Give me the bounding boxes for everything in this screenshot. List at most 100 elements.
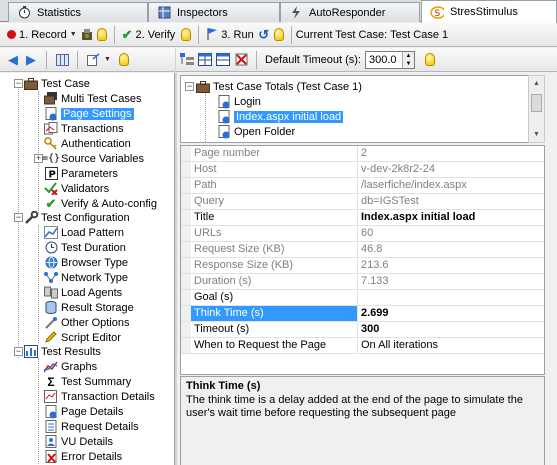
tree-connector xyxy=(205,90,206,142)
tree-item-result-storage[interactable]: Result Storage xyxy=(44,300,134,315)
tree-item-page-details[interactable]: Page Details xyxy=(44,404,123,419)
globe-icon xyxy=(44,256,58,270)
default-timeout-stepper[interactable]: ▲▼ xyxy=(364,50,415,69)
tree-item-network-type[interactable]: Network Type xyxy=(44,270,128,285)
grid-view-icon[interactable] xyxy=(198,53,212,67)
panel-splitter[interactable] xyxy=(175,48,177,465)
tree-item-load-pattern[interactable]: Load Pattern xyxy=(44,225,124,240)
tree-label: Test Summary xyxy=(61,375,132,388)
scroll-down-icon[interactable]: ▼ xyxy=(529,127,544,142)
summary-item-open-folder[interactable]: Open Folder xyxy=(217,124,295,139)
tab-autoresponder[interactable]: AutoResponder xyxy=(280,2,420,22)
collapse-toggle[interactable]: − xyxy=(14,347,23,356)
tree-item-authentication[interactable]: Authentication xyxy=(44,136,131,151)
property-row-when-to-request[interactable]: When to Request the Page On All iteratio… xyxy=(181,338,544,354)
tree-item-parameters[interactable]: P Parameters xyxy=(44,166,118,181)
tab-label: AutoResponder xyxy=(309,6,386,19)
property-row-urls[interactable]: URLs 60 xyxy=(181,226,544,242)
tree-item-load-agents[interactable]: Load Agents xyxy=(44,285,122,300)
tree-item-page-settings[interactable]: Page Settings xyxy=(44,106,134,121)
tree-item-graphs[interactable]: Graphs xyxy=(44,359,97,374)
delete-icon[interactable] xyxy=(234,53,248,67)
tree-item-transaction-details[interactable]: Transaction Details xyxy=(44,389,155,404)
chevron-down-icon[interactable]: ▼ xyxy=(104,56,111,63)
scroll-up-icon[interactable]: ▲ xyxy=(529,76,544,91)
property-row-goal[interactable]: Goal (s) xyxy=(181,290,544,306)
lightning-icon xyxy=(289,6,303,20)
collapse-toggle[interactable]: − xyxy=(14,213,23,222)
tree-item-vu-details[interactable]: VU Details xyxy=(44,434,113,449)
tree-item-test-results[interactable]: Test Results xyxy=(24,344,101,359)
property-value[interactable] xyxy=(358,290,544,305)
tree-item-test-case[interactable]: Test Case xyxy=(24,76,90,91)
tree-label: Transactions xyxy=(61,122,124,135)
hint-bulb-icon[interactable] xyxy=(96,28,107,41)
stepper-arrows[interactable]: ▲ ▼ xyxy=(401,51,414,68)
tree-item-error-details[interactable]: Error Details xyxy=(44,449,122,464)
tree-label: Load Pattern xyxy=(61,226,124,239)
toolbar-separator xyxy=(290,25,292,44)
transaction-details-icon xyxy=(44,390,58,404)
default-timeout-input[interactable] xyxy=(365,51,402,68)
forward-arrow-icon[interactable]: ▶ xyxy=(24,52,38,67)
record-button[interactable]: 1. Record ▼ xyxy=(4,25,80,45)
tab-inspectors[interactable]: Inspectors xyxy=(148,2,280,22)
tree-item-source-variables[interactable]: ={} Source Variables xyxy=(42,151,144,166)
verify-button[interactable]: ✔ 2. Verify xyxy=(119,25,179,45)
tree-item-request-details[interactable]: Request Details xyxy=(44,419,139,434)
tree-label: Source Variables xyxy=(61,152,144,165)
tree-item-validators[interactable]: Validators xyxy=(44,181,109,196)
arrow-up-icon[interactable]: ▲ xyxy=(403,52,414,60)
tree-item-test-duration[interactable]: Test Duration xyxy=(44,240,126,255)
summary-root[interactable]: Test Case Totals (Test Case 1) xyxy=(196,79,362,94)
tree-item-verify-autoconfig[interactable]: ✔ Verify & Auto-config xyxy=(44,196,157,211)
property-row-page-number[interactable]: Page number 2 xyxy=(181,146,544,162)
tree-item-test-summary[interactable]: Σ Test Summary xyxy=(44,374,131,389)
export-icon[interactable] xyxy=(86,53,100,67)
hint-bulb-icon[interactable] xyxy=(118,53,129,66)
page-icon xyxy=(217,109,231,124)
summary-item-index-initial-load[interactable]: Index.aspx initial load xyxy=(217,109,344,124)
property-value[interactable]: Index.aspx initial load xyxy=(358,210,544,225)
property-row-path[interactable]: Path /laserfiche/index.aspx xyxy=(181,178,544,194)
property-row-duration[interactable]: Duration (s) 7.133 xyxy=(181,274,544,290)
summary-scrollbar[interactable]: ▲ ▼ xyxy=(528,75,545,143)
property-row-think-time[interactable]: Think Time (s) 2.699 xyxy=(181,306,544,322)
columns-icon[interactable] xyxy=(55,53,69,67)
property-row-title[interactable]: Title Index.aspx initial load xyxy=(181,210,544,226)
tab-statistics[interactable]: Statistics xyxy=(8,2,148,22)
page-toolbar: Default Timeout (s): ▲▼ xyxy=(176,48,557,72)
property-value[interactable]: On All iterations xyxy=(358,338,544,353)
filter-icon[interactable] xyxy=(216,53,230,67)
tree-item-other-options[interactable]: Other Options xyxy=(44,315,129,330)
recorder-icon[interactable] xyxy=(80,28,94,42)
back-arrow-icon[interactable]: ◀ xyxy=(6,52,20,67)
scroll-thumb[interactable] xyxy=(531,94,542,112)
tree-item-script-editor[interactable]: Script Editor xyxy=(44,330,121,345)
tree-label: Page Settings xyxy=(61,107,134,120)
default-timeout-label: Default Timeout (s): xyxy=(265,53,361,66)
arrow-down-icon[interactable]: ▼ xyxy=(403,60,414,68)
undo-icon[interactable]: ↺ xyxy=(257,27,271,42)
tree-view-icon[interactable] xyxy=(180,53,194,67)
record-label: 1. Record xyxy=(19,28,67,41)
property-row-response-size[interactable]: Response Size (KB) 213.6 xyxy=(181,258,544,274)
hint-bulb-icon[interactable] xyxy=(424,53,435,66)
property-row-timeout[interactable]: Timeout (s) 300 xyxy=(181,322,544,338)
tree-item-transactions[interactable]: Transactions xyxy=(44,121,124,136)
property-row-query[interactable]: Query db=IGSTest xyxy=(181,194,544,210)
property-row-host[interactable]: Host v-dev-2k8r2-24 xyxy=(181,162,544,178)
tree-item-browser-type[interactable]: Browser Type xyxy=(44,255,128,270)
collapse-toggle[interactable]: − xyxy=(14,79,23,88)
run-button[interactable]: 3. Run xyxy=(203,25,256,45)
hint-bulb-icon[interactable] xyxy=(273,28,284,41)
summary-item-login[interactable]: Login xyxy=(217,94,261,109)
tree-item-test-configuration[interactable]: Test Configuration xyxy=(24,210,130,225)
property-value[interactable]: 2.699 xyxy=(358,306,544,321)
property-row-request-size[interactable]: Request Size (KB) 46.8 xyxy=(181,242,544,258)
tab-stresstimulus[interactable]: S StresStimulus xyxy=(421,0,557,23)
hint-bulb-icon[interactable] xyxy=(181,28,192,41)
property-value[interactable]: 300 xyxy=(358,322,544,337)
collapse-toggle[interactable]: − xyxy=(185,82,194,91)
tree-item-multi-test-cases[interactable]: Multi Test Cases xyxy=(44,91,142,106)
